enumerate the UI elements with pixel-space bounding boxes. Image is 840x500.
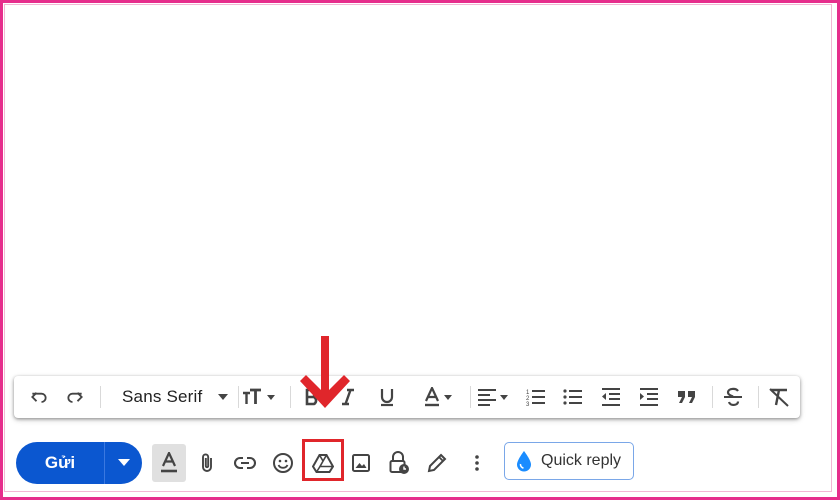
chevron-down-icon (117, 459, 130, 466)
window-frame (0, 0, 840, 500)
highlight-box (302, 439, 344, 481)
quick-reply-button[interactable]: Quick reply (504, 442, 634, 480)
toolbar-separator (290, 386, 291, 408)
insert-photo-icon[interactable] (344, 444, 378, 482)
chevron-down-icon (266, 394, 275, 400)
insert-emoji-icon[interactable] (266, 444, 300, 482)
remove-formatting-icon[interactable] (762, 376, 796, 418)
text-color-icon[interactable] (412, 376, 462, 418)
formatting-toolbar: Sans Serif 123 (14, 376, 800, 418)
underline-icon[interactable] (370, 376, 404, 418)
font-family-label: Sans Serif (122, 387, 203, 406)
send-button-group: Gửi (16, 442, 142, 484)
formatting-options-icon[interactable] (152, 444, 186, 482)
chevron-down-icon (499, 394, 508, 400)
chevron-down-icon (443, 394, 452, 400)
indent-more-icon[interactable] (632, 376, 666, 418)
red-arrow-annotation (300, 336, 350, 408)
send-button[interactable]: Gửi (16, 442, 104, 484)
undo-icon[interactable] (22, 376, 56, 418)
schedule-send-button[interactable] (105, 442, 142, 484)
bulleted-list-icon[interactable] (556, 376, 590, 418)
water-drop-icon (517, 451, 531, 472)
toolbar-separator (100, 386, 101, 408)
redo-icon[interactable] (58, 376, 92, 418)
chevron-down-icon (218, 394, 228, 400)
insert-link-icon[interactable] (228, 444, 262, 482)
more-options-icon[interactable] (460, 444, 494, 482)
indent-less-icon[interactable] (594, 376, 628, 418)
signature-icon[interactable] (420, 444, 454, 482)
confidential-mode-icon[interactable] (382, 444, 416, 482)
quote-icon[interactable] (670, 376, 704, 418)
quick-reply-label: Quick reply (541, 452, 622, 469)
toolbar-separator (712, 386, 713, 408)
attach-file-icon[interactable] (190, 444, 224, 482)
strikethrough-icon[interactable] (716, 376, 750, 418)
text-size-icon[interactable] (236, 376, 280, 418)
numbered-list-icon[interactable]: 123 (520, 376, 552, 418)
svg-text:3: 3 (526, 402, 530, 406)
toolbar-separator (758, 386, 759, 408)
align-icon[interactable] (470, 376, 514, 418)
font-family-select[interactable]: Sans Serif (110, 376, 236, 418)
